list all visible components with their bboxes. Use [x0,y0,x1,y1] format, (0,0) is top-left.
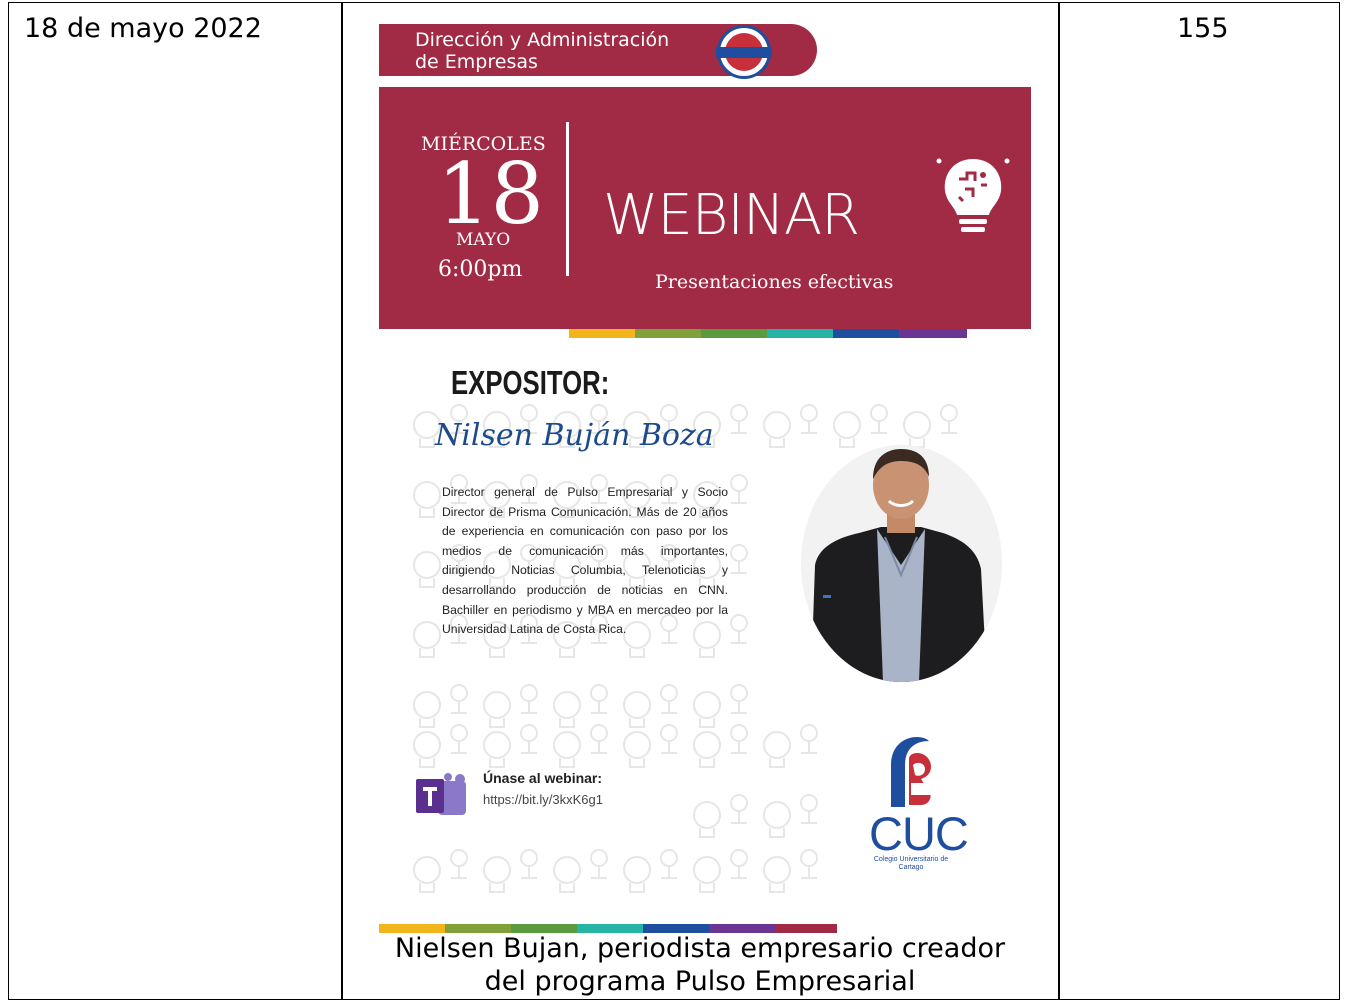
webinar-link[interactable]: https://bit.ly/3kxK6g1 [483,792,603,807]
event-topic: Presentaciones efectivas [655,271,894,293]
speaker-photo [801,445,1002,682]
program-line-1: Dirección y Administración [415,29,670,51]
caption-line-1: Nielsen Bujan, periodista empresario cre… [394,933,1006,964]
program-header: Dirección y Administración de Empresas [379,24,817,79]
speaker-name-signature: Nilsen Buján Boza [435,418,714,453]
cuc-logo-subtitle: Colegio Universitario de Cartago [873,856,949,871]
date-cell: 18 de mayo 2022 [24,13,262,44]
lightbulb-brain-icon [936,158,1010,232]
speaker-bio: Director general de Pulso Empresarial y … [442,485,728,637]
color-strip-bottom [379,924,837,933]
event-banner: MIÉRCOLES 18 MAYO 6:00pm WEBINAR Present… [379,87,1031,329]
event-day-number: 18 [437,145,544,243]
caption-line-2: del programa Pulso Empresarial [484,966,916,997]
webinar-poster: Dirección y Administración de Empresas M… [379,18,1031,933]
accreditation-seal-icon [716,25,772,79]
image-caption: Nielsen Bujan, periodista empresario cre… [342,932,1058,998]
color-strip-top [569,329,967,338]
column-divider-2 [1058,2,1060,1000]
event-time: 6:00pm [438,257,523,282]
number-cell: 155 [1177,13,1229,44]
banner-divider [566,122,569,276]
cuc-logo [891,737,931,807]
event-month: MAYO [456,230,511,250]
teams-icon [416,773,466,815]
program-line-2: de Empresas [415,51,538,73]
join-webinar-label: Únase al webinar: [483,770,603,786]
column-divider-1 [341,2,343,1000]
cuc-logo-text: CUC [869,807,969,860]
speaker-heading: EXPOSITOR: [451,364,610,401]
event-type-title: WEBINAR [603,183,860,248]
